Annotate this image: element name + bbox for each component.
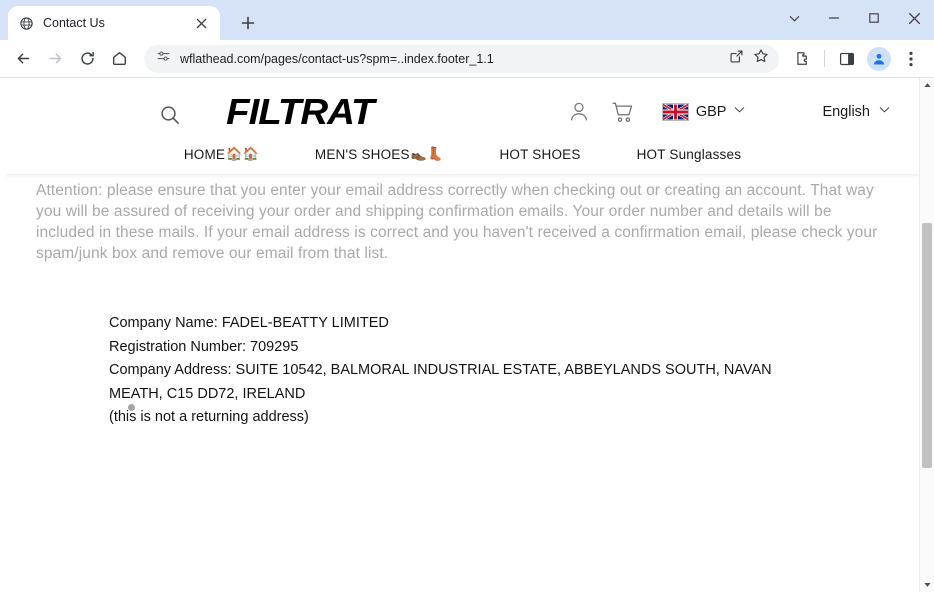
- language-label: English: [822, 104, 870, 120]
- site-logo[interactable]: FILTRAT: [226, 91, 374, 133]
- site-settings-icon[interactable]: [156, 49, 171, 69]
- currency-selector[interactable]: GBP: [661, 103, 747, 121]
- chevron-down-icon: [733, 103, 746, 121]
- globe-icon: [18, 15, 34, 31]
- tab-close-icon[interactable]: [192, 14, 210, 32]
- window-close-button[interactable]: [894, 1, 934, 35]
- logo-wrapper: FILTRAT: [34, 91, 566, 133]
- scroll-down-arrow-icon[interactable]: [920, 577, 934, 592]
- returning-address-note: (this is not a returning address): [109, 409, 309, 425]
- site-header: FILTRAT GBP English HOME 🏠🏠 MEN'S SHOES …: [6, 78, 919, 174]
- nav-item-mens-shoes[interactable]: MEN'S SHOES 👞👢: [315, 146, 444, 162]
- header-top-row: FILTRAT GBP English: [6, 86, 919, 138]
- browser-toolbar: wflathead.com/pages/contact-us?spm=..ind…: [0, 40, 934, 78]
- registration-number-line: Registration Number: 709295: [109, 338, 299, 355]
- browser-window: Contact Us wflathead.com/pages/contact-u…: [0, 0, 934, 592]
- home-icon[interactable]: [104, 44, 134, 74]
- tab-strip: Contact Us: [0, 0, 934, 40]
- nav-item-label: MEN'S SHOES: [314, 146, 410, 162]
- web-page: FILTRAT GBP English HOME 🏠🏠 MEN'S SHOES …: [6, 78, 919, 592]
- three-dot-menu-icon[interactable]: [896, 44, 926, 74]
- toolbar-divider: [824, 50, 825, 67]
- user-icon[interactable]: [566, 99, 592, 125]
- attention-paragraph: Attention: please ensure that you enter …: [36, 182, 878, 262]
- language-selector[interactable]: English: [822, 103, 891, 121]
- window-controls: [774, 0, 934, 36]
- uk-flag-icon: [661, 103, 689, 121]
- scrollbar-thumb[interactable]: [922, 223, 932, 468]
- page-scrollbar[interactable]: [919, 78, 934, 592]
- window-maximize-button[interactable]: [854, 1, 894, 35]
- puzzle-icon[interactable]: [787, 44, 817, 74]
- company-name-line: Company Name: FADEL-BEATTY LIMITED: [109, 315, 389, 331]
- avatar: [867, 46, 891, 71]
- tab-title: Contact Us: [43, 16, 105, 30]
- company-details-block: Company Name: FADEL-BEATTY LIMITED Regis…: [36, 312, 889, 430]
- browser-tab[interactable]: Contact Us: [8, 6, 220, 40]
- url-text: wflathead.com/pages/contact-us?spm=..ind…: [180, 51, 494, 66]
- currency-label: GBP: [695, 104, 727, 120]
- back-arrow-icon[interactable]: [8, 44, 38, 74]
- profile-avatar-icon[interactable]: [864, 44, 894, 74]
- nav-item-label: HOT SHOES: [499, 146, 581, 162]
- company-address-line-1: Company Address: SUITE 10542, BALMORAL I…: [109, 362, 772, 378]
- address-bar[interactable]: wflathead.com/pages/contact-us?spm=..ind…: [144, 44, 779, 73]
- header-icon-group: [566, 99, 636, 125]
- site-navigation: HOME 🏠🏠 MEN'S SHOES 👞👢 HOT SHOES HOT Sun…: [6, 138, 919, 174]
- page-content: Attention: please ensure that you enter …: [6, 180, 919, 430]
- chevron-down-icon: [878, 103, 891, 121]
- company-address-line-2: MEATH, C15 DD72, IRELAND: [109, 385, 306, 402]
- reload-icon[interactable]: [72, 44, 102, 74]
- cart-icon[interactable]: [610, 99, 636, 125]
- page-viewport: FILTRAT GBP English HOME 🏠🏠 MEN'S SHOES …: [0, 78, 934, 592]
- window-minimize-button[interactable]: [814, 1, 854, 35]
- chevron-down-icon[interactable]: [774, 1, 814, 35]
- scroll-up-arrow-icon[interactable]: [920, 78, 934, 93]
- house-emoji-icon: 🏠🏠: [226, 146, 259, 161]
- nav-item-label: HOME: [183, 146, 226, 162]
- mouse-cursor: [128, 404, 135, 411]
- nav-item-home[interactable]: HOME 🏠🏠: [184, 146, 259, 162]
- nav-item-hot-shoes[interactable]: HOT SHOES: [499, 147, 580, 162]
- nav-item-label: HOT Sunglasses: [636, 146, 742, 162]
- nav-item-hot-sunglasses[interactable]: HOT Sunglasses: [637, 147, 742, 162]
- new-tab-button[interactable]: [234, 9, 262, 37]
- star-icon[interactable]: [753, 48, 769, 69]
- search-icon[interactable]: [158, 103, 182, 127]
- forward-arrow-icon: [40, 44, 70, 74]
- shoe-emoji-icon: 👞👢: [410, 146, 444, 161]
- share-icon[interactable]: [729, 49, 744, 69]
- side-panel-icon[interactable]: [832, 44, 862, 74]
